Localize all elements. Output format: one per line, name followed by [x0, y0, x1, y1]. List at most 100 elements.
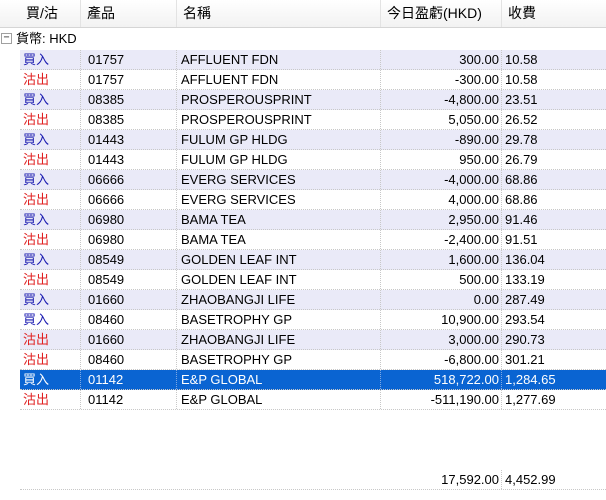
pnl-cell: 5,050.00 — [381, 110, 502, 129]
product-code-cell: 01757 — [81, 50, 177, 69]
table-row[interactable]: 沽出 01443 FULUM GP HLDG 950.00 26.79 — [20, 150, 606, 170]
product-name-cell: BAMA TEA — [177, 210, 381, 229]
fee-cell: 10.58 — [505, 72, 538, 87]
fee-cell: 91.46 — [505, 212, 538, 227]
table-row[interactable]: 買入 08460 BASETROPHY GP 10,900.00 293.54 — [20, 310, 606, 330]
table-row[interactable]: 沽出 08385 PROSPEROUSPRINT 5,050.00 26.52 — [20, 110, 606, 130]
product-name-cell: GOLDEN LEAF INT — [177, 250, 381, 269]
side-cell: 買入 — [20, 310, 81, 329]
table-row[interactable]: 沽出 08549 GOLDEN LEAF INT 500.00 133.19 — [20, 270, 606, 290]
column-header-pnl[interactable]: 今日盈虧(HKD) — [381, 0, 502, 27]
pnl-cell: 518,722.00 — [381, 370, 502, 389]
table-row[interactable]: 買入 06980 BAMA TEA 2,950.00 91.46 — [20, 210, 606, 230]
pnl-cell: -300.00 — [381, 70, 502, 89]
table-row[interactable]: 買入 01142 E&P GLOBAL 518,722.00 1,284.65 — [20, 370, 606, 390]
pnl-cell: -511,190.00 — [381, 390, 502, 409]
product-name-cell: PROSPEROUSPRINT — [177, 110, 381, 129]
table-row[interactable]: 買入 01757 AFFLUENT FDN 300.00 10.58 — [20, 50, 606, 70]
column-header-fee[interactable]: 收費 — [502, 0, 606, 27]
product-name-cell: BASETROPHY GP — [177, 350, 381, 369]
trade-grid: 買/沽 產品 名稱 今日盈虧(HKD) 收費 − 貨幣: HKD 買入 01757… — [0, 0, 606, 500]
product-code-cell: 01443 — [81, 130, 177, 149]
table-row[interactable]: 沽出 01660 ZHAOBANGJI LIFE 3,000.00 290.73 — [20, 330, 606, 350]
column-header-name[interactable]: 名稱 — [177, 0, 381, 27]
product-code-cell: 01443 — [81, 150, 177, 169]
pnl-cell: 0.00 — [381, 290, 502, 309]
totals-code-cell — [81, 470, 177, 489]
fee-cell: 1,277.69 — [505, 392, 556, 407]
table-row[interactable]: 沽出 06666 EVERG SERVICES 4,000.00 68.86 — [20, 190, 606, 210]
product-code-cell: 08549 — [81, 250, 177, 269]
table-row[interactable]: 買入 01443 FULUM GP HLDG -890.00 29.78 — [20, 130, 606, 150]
side-cell: 沽出 — [20, 230, 81, 249]
table-row[interactable]: 買入 06666 EVERG SERVICES -4,000.00 68.86 — [20, 170, 606, 190]
table-row[interactable]: 買入 08549 GOLDEN LEAF INT 1,600.00 136.04 — [20, 250, 606, 270]
product-name-cell: PROSPEROUSPRINT — [177, 90, 381, 109]
pnl-cell: 4,000.00 — [381, 190, 502, 209]
table-row[interactable]: 沽出 01142 E&P GLOBAL -511,190.00 1,277.69 — [20, 390, 606, 410]
product-code-cell: 01142 — [81, 390, 177, 409]
fee-cell: 91.51 — [505, 232, 538, 247]
pnl-cell: 1,600.00 — [381, 250, 502, 269]
table-row[interactable]: 沽出 01757 AFFLUENT FDN -300.00 10.58 — [20, 70, 606, 90]
product-name-cell: EVERG SERVICES — [177, 170, 381, 189]
fee-cell: 68.86 — [505, 192, 538, 207]
fee-cell: 301.21 — [505, 352, 545, 367]
fee-cell: 10.58 — [505, 52, 538, 67]
product-name-cell: BASETROPHY GP — [177, 310, 381, 329]
collapse-icon[interactable]: − — [1, 33, 12, 44]
fee-cell: 1,284.65 — [505, 372, 556, 387]
product-code-cell: 08460 — [81, 350, 177, 369]
side-cell: 沽出 — [20, 270, 81, 289]
table-row[interactable]: 沽出 08460 BASETROPHY GP -6,800.00 301.21 — [20, 350, 606, 370]
product-code-cell: 08385 — [81, 110, 177, 129]
product-code-cell: 06666 — [81, 190, 177, 209]
pnl-cell: -6,800.00 — [381, 350, 502, 369]
product-name-cell: EVERG SERVICES — [177, 190, 381, 209]
product-name-cell: E&P GLOBAL — [177, 370, 381, 389]
pnl-cell: -890.00 — [381, 130, 502, 149]
side-cell: 沽出 — [20, 150, 81, 169]
pnl-cell: -4,000.00 — [381, 170, 502, 189]
side-cell: 沽出 — [20, 110, 81, 129]
product-name-cell: GOLDEN LEAF INT — [177, 270, 381, 289]
table-row[interactable]: 買入 08385 PROSPEROUSPRINT -4,800.00 23.51 — [20, 90, 606, 110]
product-name-cell: FULUM GP HLDG — [177, 130, 381, 149]
product-code-cell: 06666 — [81, 170, 177, 189]
totals-name-cell — [177, 470, 381, 489]
total-fee: 4,452.99 — [505, 472, 556, 487]
column-header-side[interactable]: 買/沽 — [20, 0, 81, 27]
product-code-cell: 06980 — [81, 210, 177, 229]
product-name-cell: BAMA TEA — [177, 230, 381, 249]
pnl-cell: 10,900.00 — [381, 310, 502, 329]
product-name-cell: ZHAOBANGJI LIFE — [177, 330, 381, 349]
product-code-cell: 08549 — [81, 270, 177, 289]
fee-cell: 293.54 — [505, 312, 545, 327]
side-cell: 沽出 — [20, 190, 81, 209]
pnl-cell: 3,000.00 — [381, 330, 502, 349]
side-cell: 買入 — [20, 90, 81, 109]
side-cell: 買入 — [20, 130, 81, 149]
table-row[interactable]: 買入 01660 ZHAOBANGJI LIFE 0.00 287.49 — [20, 290, 606, 310]
table-row[interactable]: 沽出 06980 BAMA TEA -2,400.00 91.51 — [20, 230, 606, 250]
group-row-currency[interactable]: − 貨幣: HKD — [0, 29, 606, 49]
product-code-cell: 01660 — [81, 290, 177, 309]
product-code-cell: 01757 — [81, 70, 177, 89]
fee-cell: 26.52 — [505, 112, 538, 127]
fee-cell: 68.86 — [505, 172, 538, 187]
product-code-cell: 08460 — [81, 310, 177, 329]
product-code-cell: 01142 — [81, 370, 177, 389]
fee-cell: 290.73 — [505, 332, 545, 347]
product-name-cell: FULUM GP HLDG — [177, 150, 381, 169]
pnl-cell: -4,800.00 — [381, 90, 502, 109]
side-cell: 買入 — [20, 210, 81, 229]
pnl-cell: 2,950.00 — [381, 210, 502, 229]
trade-rows: 買入 01757 AFFLUENT FDN 300.00 10.58 沽出 01757 AFF… — [20, 50, 606, 410]
side-cell: 沽出 — [20, 70, 81, 89]
column-header-product[interactable]: 產品 — [81, 0, 177, 27]
fee-cell: 136.04 — [505, 252, 545, 267]
product-code-cell: 01660 — [81, 330, 177, 349]
side-cell: 沽出 — [20, 330, 81, 349]
grid-header: 買/沽 產品 名稱 今日盈虧(HKD) 收費 — [0, 0, 606, 28]
fee-cell: 26.79 — [505, 152, 538, 167]
